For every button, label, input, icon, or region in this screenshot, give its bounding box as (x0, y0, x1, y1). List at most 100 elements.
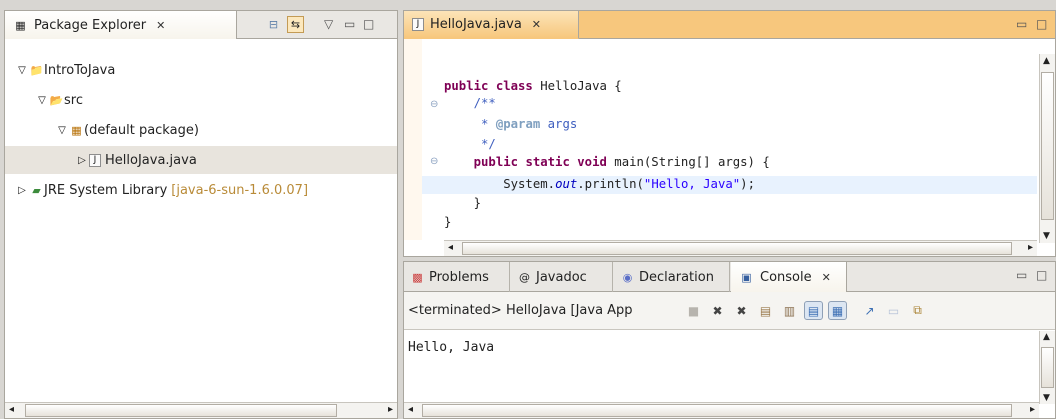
scroll-thumb[interactable] (1041, 347, 1054, 388)
tab-hellojava[interactable]: J HelloJava.java ✕ (404, 11, 579, 39)
project-icon: 📁 (29, 63, 44, 77)
view-menu-icon[interactable]: ▽ (324, 17, 337, 31)
console-panel: ▩ Problems @ Javadoc ◉ Declaration ▣ Con… (403, 261, 1056, 419)
new-console-icon[interactable]: ⧉ (908, 301, 927, 320)
editor-tab-label: HelloJava.java (430, 17, 522, 32)
close-icon[interactable]: ✕ (156, 19, 165, 32)
remove-all-icon[interactable]: ✖ (732, 301, 751, 320)
scroll-left-icon[interactable]: ◂ (408, 404, 413, 415)
scroll-down-icon[interactable]: ▼ (1043, 231, 1050, 241)
bottom-tabbar: ▩ Problems @ Javadoc ◉ Declaration ▣ Con… (404, 262, 1055, 292)
java-file-icon: J (412, 18, 424, 31)
tree-item-src[interactable]: ▽ 📂 src (5, 86, 397, 114)
code-line: public class HelloJava { (444, 79, 622, 93)
scroll-thumb[interactable] (462, 242, 1012, 255)
scroll-up-icon[interactable]: ▲ (1043, 332, 1050, 342)
folding-marker-icon[interactable]: ⊖ (430, 156, 438, 167)
collapsed-arrow-icon[interactable]: ▷ (15, 185, 29, 196)
close-icon[interactable]: ✕ (822, 271, 831, 284)
at-icon: @ (519, 270, 530, 284)
console-horizontal-scrollbar[interactable]: ◂ ▸ (404, 402, 1039, 418)
editor-horizontal-scrollbar[interactable]: ◂ ▸ (444, 240, 1037, 256)
tab-package-explorer[interactable]: ▦ Package Explorer ✕ (5, 11, 237, 39)
console-toolbar: <terminated> HelloJava [Java App ■ ✖ ✖ ▤… (404, 292, 1055, 330)
editor-tabbar: J HelloJava.java ✕ ▭ □ (404, 11, 1055, 39)
editor-ruler (404, 39, 422, 240)
expanded-arrow-icon[interactable]: ▽ (35, 95, 49, 106)
package-explorer-tabbar: ▦ Package Explorer ✕ ⊟ ⇆ ▽ ▭ □ (5, 11, 397, 39)
remove-launch-icon[interactable]: ✖ (708, 301, 727, 320)
collapse-all-icon[interactable]: ⊟ (266, 17, 281, 32)
display-console-icon[interactable]: ▭ (884, 301, 903, 320)
minimize-icon[interactable]: ▭ (1016, 268, 1031, 282)
tree-label-suffix: [java-6-sun-1.6.0.07] (171, 182, 309, 198)
scroll-left-icon[interactable]: ◂ (448, 242, 453, 253)
editor-vertical-scrollbar[interactable]: ▲ ▼ (1039, 54, 1055, 243)
tab-label: Javadoc (536, 269, 587, 285)
code-line: System.out.println("Hello, Java"); (444, 177, 755, 191)
expanded-arrow-icon[interactable]: ▽ (55, 125, 69, 136)
console-icon: ▣ (741, 270, 752, 284)
scroll-thumb[interactable] (1041, 72, 1054, 220)
package-explorer-horizontal-scrollbar[interactable]: ◂ ▸ (5, 402, 397, 418)
minimize-icon[interactable]: ▭ (1016, 17, 1031, 31)
scroll-right-icon[interactable]: ▸ (1030, 404, 1035, 415)
java-file-icon: J (89, 153, 101, 167)
package-explorer-title: Package Explorer (34, 17, 147, 33)
tab-label: Declaration (639, 269, 714, 285)
code-line: * @param args (444, 117, 578, 131)
problems-icon: ▩ (412, 270, 423, 284)
tree-label: JRE System Library (44, 182, 168, 198)
scroll-up-icon[interactable]: ▲ (1043, 56, 1050, 66)
tab-console[interactable]: ▣ Console ✕ (731, 262, 847, 292)
declaration-icon: ◉ (622, 270, 633, 284)
tree-label: IntroToJava (44, 62, 116, 78)
console-vertical-scrollbar[interactable]: ▲ ▼ (1039, 331, 1055, 404)
package-explorer-panel: ▦ Package Explorer ✕ ⊟ ⇆ ▽ ▭ □ ▽ 📁 Intro… (4, 10, 398, 419)
scroll-right-icon[interactable]: ▸ (1028, 242, 1033, 253)
tree-item-default-package[interactable]: ▽ ▦ (default package) (5, 116, 397, 144)
scroll-thumb[interactable] (422, 404, 1012, 417)
show-output-icon[interactable]: ▤ (804, 301, 823, 320)
pin-console-icon[interactable]: ▦ (828, 301, 847, 320)
package-icon: ▦ (71, 123, 82, 137)
tree-label: (default package) (84, 122, 199, 138)
folding-marker-icon[interactable]: ⊖ (430, 99, 438, 110)
package-tree: ▽ 📁 IntroToJava ▽ 📂 src ▽ ▦ (default pac… (5, 56, 397, 402)
open-console-icon[interactable]: ↗ (860, 301, 879, 320)
scroll-down-icon[interactable]: ▼ (1043, 393, 1050, 403)
maximize-icon[interactable]: □ (363, 17, 378, 31)
tree-label: HelloJava.java (105, 152, 197, 168)
maximize-icon[interactable]: □ (1036, 268, 1051, 282)
code-line: */ (444, 137, 496, 151)
link-with-editor-icon[interactable]: ⇆ (287, 16, 304, 33)
tab-label: Problems (429, 269, 489, 285)
expanded-arrow-icon[interactable]: ▽ (15, 65, 29, 76)
code-line: /** (444, 96, 496, 110)
code-line: } (444, 196, 482, 210)
scroll-right-icon[interactable]: ▸ (388, 404, 393, 415)
source-folder-icon: 📂 (49, 93, 64, 107)
close-icon[interactable]: ✕ (532, 18, 541, 31)
tree-item-jre-library[interactable]: ▷ ▰ JRE System Library [java-6-sun-1.6.0… (5, 176, 397, 204)
tab-javadoc[interactable]: @ Javadoc (511, 262, 613, 292)
tab-declaration[interactable]: ◉ Declaration (614, 262, 730, 292)
maximize-icon[interactable]: □ (1036, 17, 1051, 31)
tab-problems[interactable]: ▩ Problems (404, 262, 510, 292)
tree-item-introtojava[interactable]: ▽ 📁 IntroToJava (5, 56, 397, 84)
terminate-icon[interactable]: ■ (684, 301, 703, 320)
scroll-left-icon[interactable]: ◂ (9, 404, 14, 415)
code-line: public static void main(String[] args) { (473, 155, 770, 169)
tree-item-hellojava[interactable]: ▷ J HelloJava.java (5, 146, 397, 174)
minimize-icon[interactable]: ▭ (344, 17, 359, 31)
editor-panel: J HelloJava.java ✕ ▭ □ ⊖ ⊖ public class … (403, 10, 1056, 257)
library-icon: ▰ (32, 183, 41, 197)
scroll-lock-icon[interactable]: ▥ (780, 301, 799, 320)
console-status: <terminated> HelloJava [Java App (408, 303, 633, 318)
scroll-thumb[interactable] (25, 404, 337, 417)
collapsed-arrow-icon[interactable]: ▷ (75, 155, 89, 166)
package-explorer-icon: ▦ (15, 18, 26, 32)
console-output: Hello, Java (408, 340, 495, 355)
code-line: } (444, 215, 452, 229)
clear-console-icon[interactable]: ▤ (756, 301, 775, 320)
